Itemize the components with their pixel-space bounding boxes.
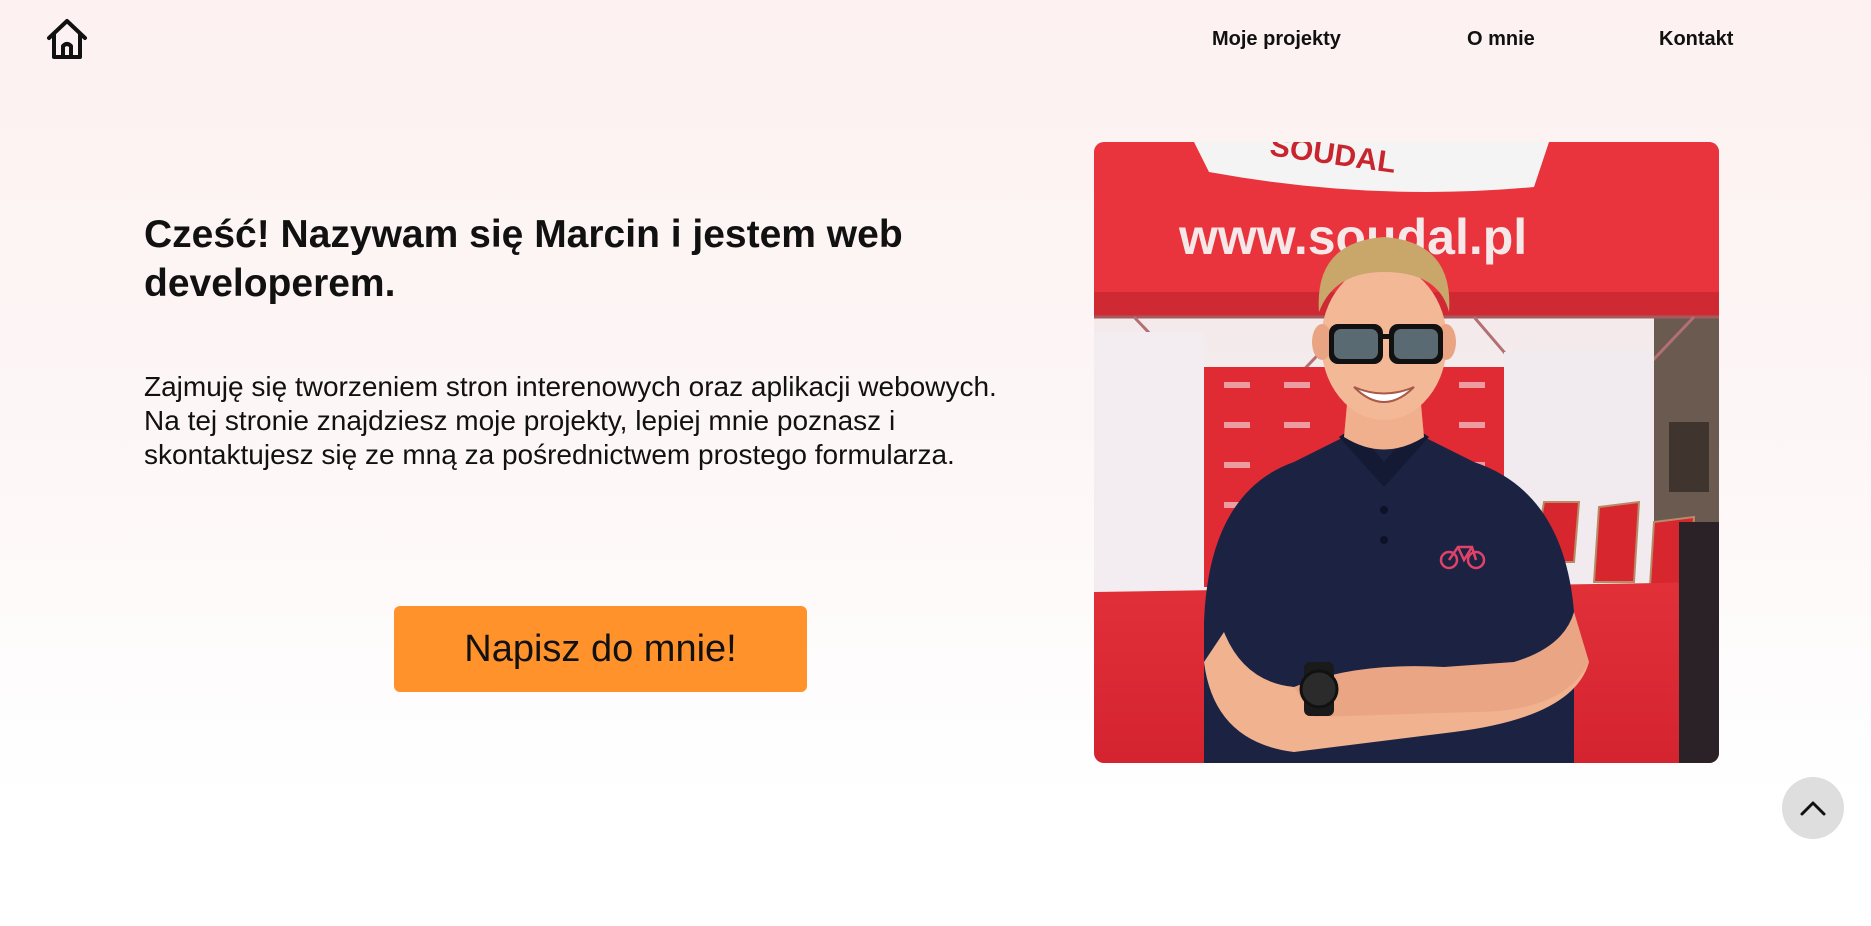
hero-title: Cześć! Nazywam się Marcin i jestem web d…: [144, 213, 903, 305]
top-navigation: Moje projekty O mnie Kontakt: [0, 0, 1871, 80]
scroll-to-top-button[interactable]: [1782, 777, 1844, 839]
home-icon[interactable]: [44, 16, 90, 62]
nav-link-contact[interactable]: Kontakt: [1659, 28, 1733, 51]
hero-description: Zajmuję się tworzeniem stron interenowyc…: [144, 371, 997, 470]
chevron-up-icon: [1800, 801, 1826, 816]
contact-me-button[interactable]: Napisz do mnie!: [394, 606, 807, 692]
nav-link-projects[interactable]: Moje projekty: [1212, 28, 1341, 51]
nav-link-about[interactable]: O mnie: [1467, 28, 1535, 51]
profile-photo: SOUDAL www.soudal.pl: [1094, 142, 1719, 763]
